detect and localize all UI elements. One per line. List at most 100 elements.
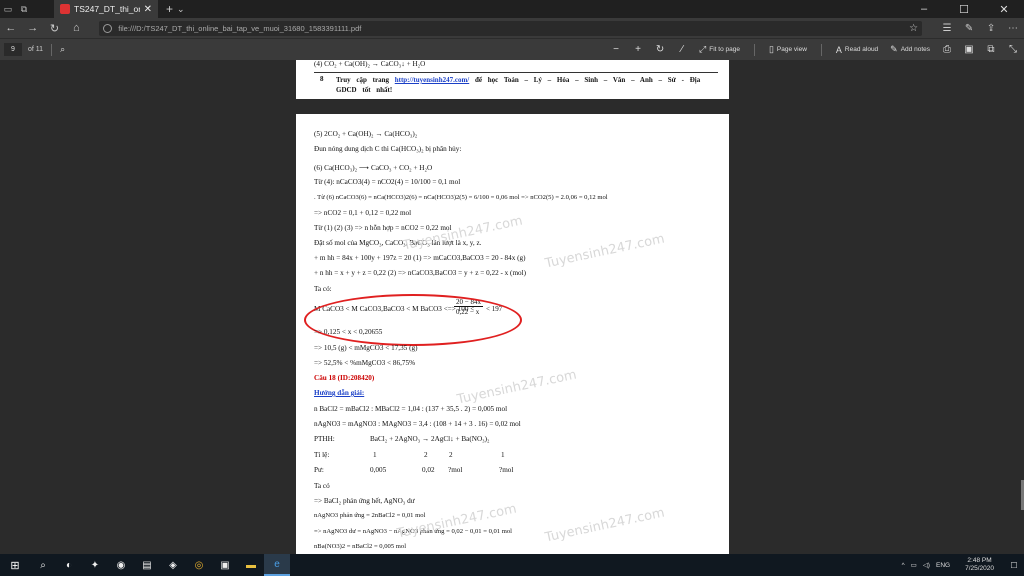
tab-list-icon[interactable]: ⧉ — [16, 4, 32, 15]
text-line: (6) Ca(HCO₃)₂ ⟶ CaCO₃ + CO₂ + H₂O — [314, 164, 433, 172]
pthh-label: PTHH: — [314, 435, 335, 443]
search-icon[interactable]: ⌕ — [30, 554, 56, 576]
text-line: Từ (4): nCaCO3(4) = nCO2(4) = 10/100 = 0… — [314, 178, 461, 186]
home-button[interactable]: ⌂ — [65, 22, 87, 34]
taskbar-app-icon[interactable]: ✦ — [82, 554, 108, 576]
taskbar-app-icon[interactable]: ▤ — [134, 554, 160, 576]
pin-icon[interactable]: ⤡ — [1002, 44, 1024, 55]
tray-chevron-icon[interactable]: ^ — [902, 562, 905, 569]
add-notes-label: Add notes — [900, 46, 930, 53]
maximize-button[interactable]: ☐ — [944, 3, 984, 16]
text-line: => 0,125 < x < 0,20655 — [314, 328, 383, 336]
text-line: nBa(NO3)2 = nBaCl2 = 0,005 mol — [314, 543, 407, 550]
page-view-button[interactable]: ▯ Page view — [769, 44, 807, 55]
save-as-icon[interactable]: ⧉ — [980, 44, 1002, 55]
save-icon[interactable]: ▣ — [958, 44, 980, 55]
minimize-button[interactable]: – — [904, 3, 944, 16]
reaction-value: ?mol — [448, 466, 463, 474]
divider — [820, 43, 822, 56]
reaction-value: ?mol — [499, 466, 514, 474]
edge-icon[interactable]: e — [264, 554, 290, 576]
url-field[interactable]: file:///D:/TS247_DT_thi_online_bai_tap_v… — [99, 20, 923, 36]
pdf-page-8: (4) CO₂ + Ca(OH)₂ → CaCO₃↓ + H₂O 8 Truy … — [296, 60, 729, 99]
info-icon[interactable] — [103, 23, 113, 33]
more-icon[interactable]: ⋯ — [1002, 23, 1024, 34]
tab-dropdown-icon[interactable]: ⌄ — [177, 4, 185, 15]
text-line: n BaCl2 = mBaCl2 : MBaCl2 = 1,04 : (137 … — [314, 405, 508, 413]
equation-line: (4) CO₂ + Ca(OH)₂ → CaCO₃↓ + H₂O — [314, 60, 426, 68]
chrome-icon[interactable]: ◎ — [186, 554, 212, 576]
text-line: Từ (1) (2) (3) => n hỗn hợp = nCO2 = 0,2… — [314, 224, 452, 232]
print-icon[interactable]: ⎙ — [936, 44, 958, 55]
pen-icon[interactable]: ✎ — [958, 23, 980, 34]
tab-close-button[interactable]: ✕ — [144, 4, 152, 15]
add-notes-button[interactable]: ✎ Add notes — [890, 44, 930, 55]
volume-icon[interactable]: ◁) — [923, 561, 930, 569]
divider — [753, 43, 755, 56]
pdf-tools: − + ↻ ∕ ⤢ Fit to page ▯ Page view A Read al… — [605, 43, 1024, 56]
favorite-star-icon[interactable]: ☆ — [909, 23, 918, 34]
rotate-icon[interactable]: ↻ — [649, 44, 671, 55]
watermark: Tuyensinh247.com — [455, 367, 578, 408]
text-line: => 52,5% < %mMgCO3 < 86,75% — [314, 359, 416, 367]
browser-actions: ☰ ✎ ⇪ ⋯ — [936, 23, 1024, 34]
close-window-button[interactable]: ✕ — [984, 3, 1024, 16]
solution-heading: Hướng dẫn giải: — [314, 389, 365, 397]
text-line: Ta có: — [314, 285, 332, 293]
ratio-value: 1 — [373, 451, 377, 459]
address-bar: ← → ↻ ⌂ file:///D:/TS247_DT_thi_online_b… — [0, 18, 1024, 38]
window-menu-icon[interactable]: ▭ — [0, 4, 16, 15]
page-number-input[interactable]: 9 — [4, 43, 22, 56]
taskbar-app-icon[interactable]: ◉ — [108, 554, 134, 576]
system-tray: ^ ▭ ◁) ENG 2:48 PM 7/25/2020 ☐ — [899, 557, 1024, 573]
fit-label: Fit to page — [709, 46, 740, 53]
folder-icon[interactable]: ▬ — [238, 554, 264, 576]
text-line: nAgNO3 = mAgNO3 : MAgNO3 = 3,4 : (108 + … — [314, 420, 521, 428]
reaction-value: 0,02 — [422, 466, 435, 474]
reaction-value: 0,005 — [370, 466, 387, 474]
pdf-toolbar: 9 of 11 ⌕ − + ↻ ∕ ⤢ Fit to page ▯ Page vie… — [0, 38, 1024, 60]
share-icon[interactable]: ⇪ — [980, 23, 1002, 34]
new-tab-button[interactable]: + — [166, 2, 173, 16]
watermark: Tuyensinh247.com — [543, 231, 666, 272]
fit-to-page-button[interactable]: ⤢ Fit to page — [699, 44, 740, 55]
zoom-in-icon[interactable]: + — [627, 44, 649, 55]
pdf-viewport[interactable]: (4) CO₂ + Ca(OH)₂ → CaCO₃↓ + H₂O 8 Truy … — [0, 60, 1024, 554]
browser-tab[interactable]: TS247_DT_thi_online_ba ✕ — [54, 0, 158, 18]
page-view-icon: ▯ — [768, 44, 774, 54]
page-footer: Truy cập trang http://tuyensinh247.com/ … — [336, 75, 716, 95]
text-line: => BaCl₂ phản ứng hết, AgNO₃ dư — [314, 497, 415, 505]
network-icon[interactable]: ▭ — [911, 561, 917, 569]
text-line: + n hh = x + y + z = 0,22 (2) => nCaCO3,… — [314, 269, 527, 277]
ratio-value: 1 — [501, 451, 505, 459]
back-button[interactable]: ← — [0, 22, 22, 34]
text-line: nAgNO3 phản ứng = 2nBaCl2 = 0,01 mol — [314, 512, 426, 519]
page-view-label: Page view — [776, 46, 807, 53]
notes-icon: ✎ — [890, 44, 898, 54]
read-aloud-button[interactable]: A Read aloud — [836, 45, 878, 55]
reaction-label: Pư: — [314, 466, 324, 474]
refresh-button[interactable]: ↻ — [44, 22, 66, 35]
footer-text: Truy cập trang — [336, 76, 395, 84]
ratio-value: 2 — [449, 451, 453, 459]
page-count: of 11 — [28, 46, 44, 53]
clock[interactable]: 2:48 PM 7/25/2020 — [965, 557, 994, 573]
notifications-icon[interactable]: ☐ — [1007, 561, 1021, 570]
read-aloud-icon: A — [835, 44, 842, 55]
taskbar-app-icon[interactable]: ◐ — [56, 554, 82, 576]
taskbar-app-icon[interactable]: ◈ — [160, 554, 186, 576]
favorites-icon[interactable]: ☰ — [936, 23, 958, 34]
title-bar: ▭ ⧉ TS247_DT_thi_online_ba ✕ + ⌄ – ☐ ✕ — [0, 0, 1024, 18]
ratio-value: 2 — [424, 451, 428, 459]
clock-time: 2:48 PM — [967, 557, 992, 564]
draw-icon[interactable]: ∕ — [671, 44, 693, 55]
pdf-page-9: (5) 2CO₂ + Ca(OH)₂ → Ca(HCO₃)₂ Đun nóng … — [296, 114, 729, 554]
text-line: . Từ (6) nCaCO3(6) = nCa(HCO3)2(6) = nCa… — [314, 194, 608, 201]
start-button[interactable]: ⊞ — [0, 559, 30, 572]
footer-link[interactable]: http://tuyensinh247.com/ — [395, 76, 469, 84]
taskbar-app-icon[interactable]: ▣ — [212, 554, 238, 576]
search-icon[interactable]: ⌕ — [60, 44, 65, 55]
zoom-out-icon[interactable]: − — [605, 44, 627, 55]
forward-button[interactable]: → — [22, 22, 44, 34]
language-indicator[interactable]: ENG — [936, 562, 950, 569]
